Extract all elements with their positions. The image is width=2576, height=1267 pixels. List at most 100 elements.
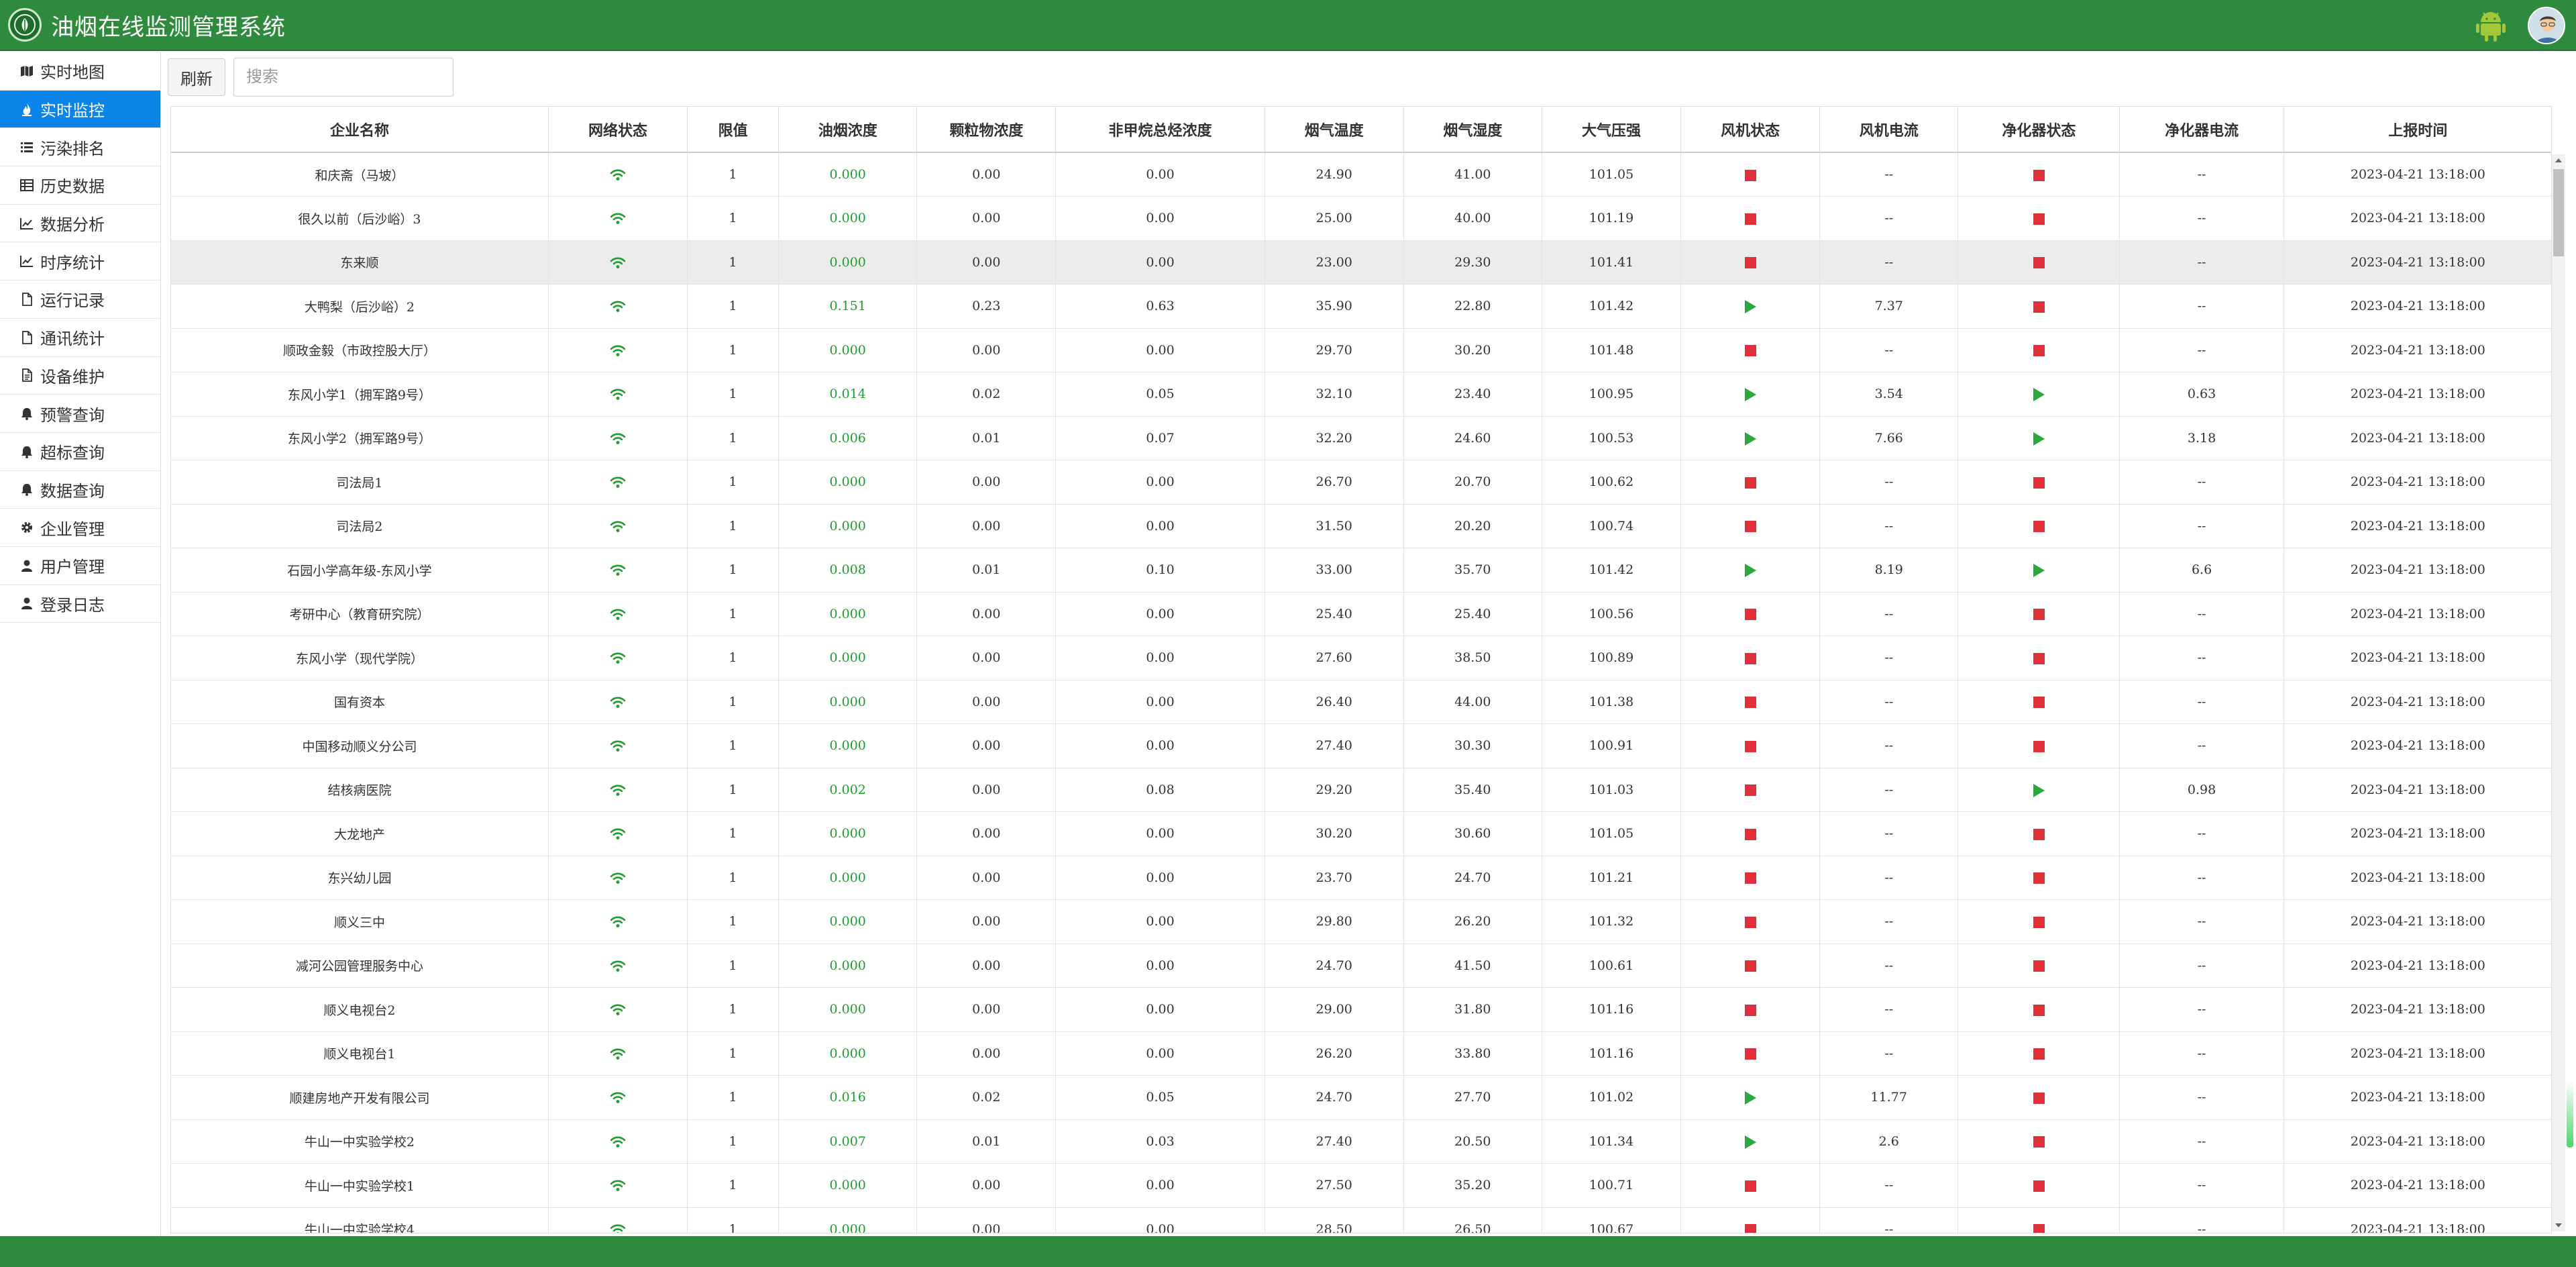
table-cell <box>1957 944 2121 988</box>
table-cell: 0.016 <box>778 1075 918 1120</box>
table-cell: -- <box>1819 152 1959 197</box>
top-header: 油烟在线监测管理系统 <box>0 0 2576 51</box>
column-header[interactable]: 油烟浓度 <box>778 107 918 153</box>
monitor-table: 企业名称 网络状态 限值 油烟浓度 颗粒物浓度 非甲烷总烃浓度 烟气温度 烟气湿度 大气压强 风机… <box>171 107 2551 1233</box>
table-cell: 1 <box>687 899 780 944</box>
column-header[interactable]: 烟气湿度 <box>1403 107 1542 153</box>
table-row[interactable]: 牛山一中实验学校4 1 0.000 0.00 0.00 28.50 26.50 100.67-… <box>171 1207 2551 1233</box>
fan-stopped-icon <box>1744 213 1756 225</box>
table-row[interactable]: 减河公园管理服务中心 1 0.000 0.00 0.00 24.70 41.50 100.61… <box>171 944 2551 988</box>
table-cell: 0.00 <box>1055 1207 1265 1233</box>
sidebar-item-6[interactable]: 时序统计 <box>0 242 160 281</box>
search-input[interactable] <box>233 58 453 97</box>
purifier-stopped-icon <box>2033 916 2045 928</box>
scroll-up-arrow-icon[interactable] <box>2555 158 2562 162</box>
table-cell: 101.48 <box>1542 328 1682 372</box>
column-header[interactable]: 上报时间 <box>2284 107 2551 153</box>
table-cell: 32.10 <box>1265 372 1404 417</box>
table-row[interactable]: 东风小学2（拥军路9号） 1 0.006 0.01 0.07 32.20 24.60 100.… <box>171 416 2551 460</box>
table-cell <box>1957 768 2121 812</box>
android-icon[interactable] <box>2475 9 2506 42</box>
column-header[interactable]: 净化器状态 <box>1957 107 2121 153</box>
sidebar-item-5[interactable]: 数据分析 <box>0 205 160 243</box>
monitor-table-container[interactable]: 企业名称 网络状态 限值 油烟浓度 颗粒物浓度 非甲烷总烃浓度 烟气温度 烟气湿度 大气压强 风机… <box>170 106 2552 1233</box>
table-cell: -- <box>1819 768 1959 812</box>
column-header[interactable]: 企业名称 <box>171 107 549 153</box>
table-row[interactable]: 司法局2 1 0.000 0.00 0.00 31.50 20.20 100.74 -- -- 20… <box>171 504 2551 548</box>
table-row[interactable]: 东兴幼儿园 1 0.000 0.00 0.00 23.70 24.70 101.21 -- -- 2… <box>171 856 2551 900</box>
table-row[interactable]: 大龙地产 1 0.000 0.00 0.00 30.20 30.60 101.05 -- -- 20… <box>171 811 2551 856</box>
fan-running-icon <box>1744 1135 1756 1149</box>
column-header[interactable]: 网络状态 <box>548 107 688 153</box>
table-cell: 2.6 <box>1819 1119 1959 1164</box>
sidebar-item-10[interactable]: 预警查询 <box>0 395 160 433</box>
column-header[interactable]: 大气压强 <box>1542 107 1682 153</box>
sidebar-item-15[interactable]: 登录日志 <box>0 585 160 623</box>
table-row[interactable]: 顺义电视台2 1 0.000 0.00 0.00 29.00 31.80 101.16 -- --… <box>171 987 2551 1032</box>
sidebar-item-label: 设备维护 <box>40 368 105 387</box>
table-row[interactable]: 牛山一中实验学校2 1 0.007 0.01 0.03 27.40 20.50 101.34 2… <box>171 1119 2551 1164</box>
wifi-icon <box>610 519 626 534</box>
column-header[interactable]: 净化器电流 <box>2119 107 2284 153</box>
sidebar-item-2[interactable]: 实时监控 <box>0 90 160 129</box>
table-row[interactable]: 东风小学1（拥军路9号） 1 0.014 0.02 0.05 32.10 23.40 100.… <box>171 372 2551 417</box>
column-header[interactable]: 风机状态 <box>1680 107 1821 153</box>
fan-stopped-icon <box>1744 609 1756 621</box>
sidebar-item-3[interactable]: 污染排名 <box>0 128 160 167</box>
table-row[interactable]: 和庆斋（马坡） 1 0.000 0.00 0.00 24.90 41.00 101.05 -- -… <box>171 152 2551 197</box>
table-row[interactable]: 石园小学高年级-东风小学 1 0.008 0.01 0.10 33.00 35.70 101.… <box>171 548 2551 593</box>
table-cell: 2023-04-21 13:18:00 <box>2284 460 2551 505</box>
network-status-cell <box>548 987 688 1032</box>
table-cell: 司法局2 <box>171 504 549 548</box>
table-row[interactable]: 顺义电视台1 1 0.000 0.00 0.00 26.20 33.80 101.16 -- --… <box>171 1031 2551 1076</box>
sidebar-item-4[interactable]: 历史数据 <box>0 166 160 205</box>
table-row[interactable]: 结核病医院 1 0.002 0.00 0.08 29.20 35.40 101.03 -- 0.9… <box>171 768 2551 812</box>
table-row[interactable]: 东来顺 1 0.000 0.00 0.00 23.00 29.30 101.41 -- -- 202… <box>171 240 2551 285</box>
table-row[interactable]: 国有资本 1 0.000 0.00 0.00 26.40 44.00 101.38 -- -- 20… <box>171 680 2551 724</box>
sidebar-item-1[interactable]: 实时地图 <box>0 52 160 91</box>
table-row[interactable]: 考研中心（教育研究院） 1 0.000 0.00 0.00 25.40 25.40 100.5… <box>171 592 2551 636</box>
sidebar-item-14[interactable]: 用户管理 <box>0 547 160 585</box>
sidebar-item-7[interactable]: 运行记录 <box>0 281 160 319</box>
table-row[interactable]: 很久以前（后沙峪）3 1 0.000 0.00 0.00 25.00 40.00 101.19… <box>171 196 2551 241</box>
table-cell: 2023-04-21 13:18:00 <box>2284 899 2551 944</box>
table-cell: 2023-04-21 13:18:00 <box>2284 328 2551 372</box>
sidebar-item-11[interactable]: 超标查询 <box>0 433 160 471</box>
table-cell: 0.10 <box>1055 548 1265 593</box>
sidebar-item-9[interactable]: 设备维护 <box>0 357 160 395</box>
column-header[interactable]: 烟气温度 <box>1265 107 1404 153</box>
column-header[interactable]: 限值 <box>687 107 780 153</box>
sidebar-item-12[interactable]: 数据查询 <box>0 471 160 509</box>
table-cell: 101.42 <box>1542 284 1682 329</box>
table-cell: 0.03 <box>1055 1119 1265 1164</box>
table-row[interactable]: 顺政金毅（市政控股大厅） 1 0.000 0.00 0.00 29.70 30.20 101.… <box>171 328 2551 372</box>
table-cell: 0.01 <box>916 416 1057 460</box>
table-cell: -- <box>1819 856 1959 900</box>
vertical-scrollbar[interactable] <box>2552 154 2565 1231</box>
table-cell: -- <box>1819 987 1959 1032</box>
table-cell: 100.53 <box>1542 416 1682 460</box>
table-row[interactable]: 牛山一中实验学校1 1 0.000 0.00 0.00 27.50 35.20 100.71-… <box>171 1163 2551 1208</box>
refresh-button[interactable]: 刷新 <box>168 58 225 96</box>
table-cell: 2023-04-21 13:18:00 <box>2284 636 2551 680</box>
table-cell: 0.00 <box>1055 987 1265 1032</box>
table-row[interactable]: 大鸭梨（后沙峪）2 1 0.151 0.23 0.63 35.90 22.80 101.42 7… <box>171 284 2551 329</box>
sidebar-item-8[interactable]: 通讯统计 <box>0 319 160 357</box>
network-status-cell <box>548 328 688 372</box>
table-row[interactable]: 顺义三中 1 0.000 0.00 0.00 29.80 26.20 101.32 -- -- 20… <box>171 899 2551 944</box>
table-row[interactable]: 中国移动顺义分公司 1 0.000 0.00 0.00 27.40 30.30 100.91-… <box>171 723 2551 768</box>
table-row[interactable]: 司法局1 1 0.000 0.00 0.00 26.70 20.70 100.62 -- -- 20… <box>171 460 2551 505</box>
sidebar-item-13[interactable]: 企业管理 <box>0 509 160 547</box>
column-header[interactable]: 风机电流 <box>1819 107 1959 153</box>
table-row[interactable]: 顺建房地产开发有限公司 1 0.016 0.02 0.05 24.70 27.70 101.0… <box>171 1075 2551 1120</box>
wifi-icon <box>610 387 626 401</box>
table-row[interactable]: 东风小学（现代学院） 1 0.000 0.00 0.00 27.60 38.50 100.89… <box>171 636 2551 680</box>
column-header[interactable]: 颗粒物浓度 <box>916 107 1057 153</box>
scroll-down-arrow-icon[interactable] <box>2555 1223 2562 1227</box>
sidebar-nav: 实时地图 实时监控 污染排名 历史数据 数据分析 时序统计 运行记录 通讯统计设备维护预警查询… <box>0 52 161 1236</box>
table-cell <box>1957 372 2121 417</box>
scrollbar-thumb[interactable] <box>2553 169 2564 256</box>
table-cell: -- <box>2119 636 2284 680</box>
avatar[interactable] <box>2528 7 2565 44</box>
column-header[interactable]: 非甲烷总烃浓度 <box>1055 107 1265 153</box>
